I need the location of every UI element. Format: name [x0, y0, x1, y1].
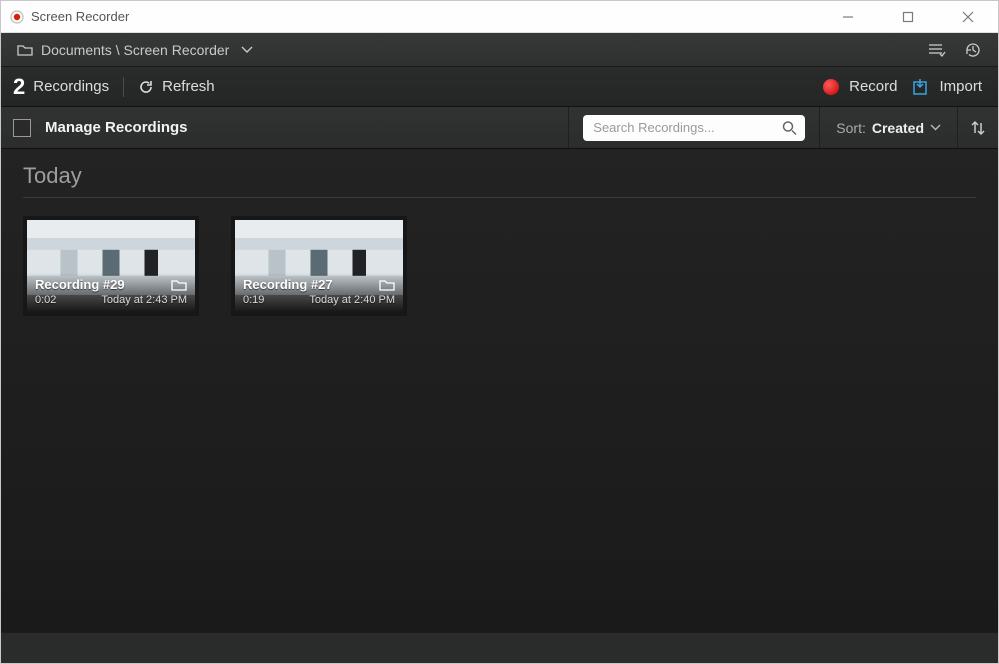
import-button[interactable]: Import [913, 78, 982, 95]
search-icon [782, 120, 797, 135]
titlebar: Screen Recorder [1, 1, 998, 33]
count-number: 2 [13, 74, 25, 100]
section-title: Today [23, 163, 976, 198]
divider [123, 77, 124, 97]
breadcrumb-bar: Documents \ Screen Recorder [1, 33, 998, 67]
open-folder-icon[interactable] [171, 278, 187, 291]
bottom-bar [1, 632, 998, 663]
refresh-icon [138, 79, 154, 95]
maximize-button[interactable] [878, 1, 938, 32]
recording-title: Recording #29 [35, 277, 125, 292]
close-button[interactable] [938, 1, 998, 32]
import-label: Import [939, 78, 982, 95]
checklist-icon[interactable] [928, 42, 946, 58]
import-icon [913, 79, 931, 95]
search-field[interactable] [583, 115, 805, 141]
recording-duration: 0:02 [35, 294, 56, 306]
recording-card[interactable]: Recording #29 0:02 Today at 2:43 PM [23, 216, 199, 316]
breadcrumb-path: Documents \ Screen Recorder [41, 42, 229, 58]
sort-value: Created [872, 120, 924, 136]
record-label: Record [849, 78, 897, 95]
card-overlay: Recording #29 0:02 Today at 2:43 PM [27, 273, 195, 312]
app-window: Screen Recorder Documents \ Screen Recor… [0, 0, 999, 664]
recording-grid: Recording #29 0:02 Today at 2:43 PM Re [23, 216, 976, 316]
manage-bar: Manage Recordings Sort: Created [1, 107, 998, 149]
window-controls [818, 1, 998, 32]
sort-direction-button[interactable] [958, 107, 998, 148]
sort-direction-icon [969, 119, 987, 137]
record-icon [823, 79, 839, 95]
search-input[interactable] [583, 115, 805, 141]
toolbar: 2 Recordings Refresh Record [1, 67, 998, 107]
card-overlay: Recording #27 0:19 Today at 2:40 PM [235, 273, 403, 312]
window-title: Screen Recorder [31, 9, 818, 24]
refresh-button[interactable]: Refresh [138, 78, 215, 95]
recording-time: Today at 2:43 PM [101, 294, 187, 306]
refresh-label: Refresh [162, 78, 215, 95]
app-icon [9, 9, 25, 25]
breadcrumb[interactable]: Documents \ Screen Recorder [17, 42, 253, 58]
content-area: Today Recording #29 0:02 Today at 2:43 P… [1, 149, 998, 632]
record-button[interactable]: Record [823, 78, 897, 95]
select-all-checkbox[interactable] [13, 119, 31, 137]
minimize-button[interactable] [818, 1, 878, 32]
folder-icon [17, 43, 33, 57]
recording-title: Recording #27 [243, 277, 333, 292]
manage-label: Manage Recordings [45, 119, 188, 136]
sort-select[interactable]: Sort: Created [819, 107, 958, 148]
recording-time: Today at 2:40 PM [309, 294, 395, 306]
recordings-count: 2 Recordings [13, 74, 109, 100]
count-label-text: Recordings [33, 78, 109, 95]
sort-label: Sort: [836, 120, 866, 136]
recording-card[interactable]: Recording #27 0:19 Today at 2:40 PM [231, 216, 407, 316]
open-folder-icon[interactable] [379, 278, 395, 291]
history-icon[interactable] [964, 41, 982, 59]
chevron-down-icon [241, 46, 253, 54]
recording-duration: 0:19 [243, 294, 264, 306]
chevron-down-icon [930, 124, 941, 131]
